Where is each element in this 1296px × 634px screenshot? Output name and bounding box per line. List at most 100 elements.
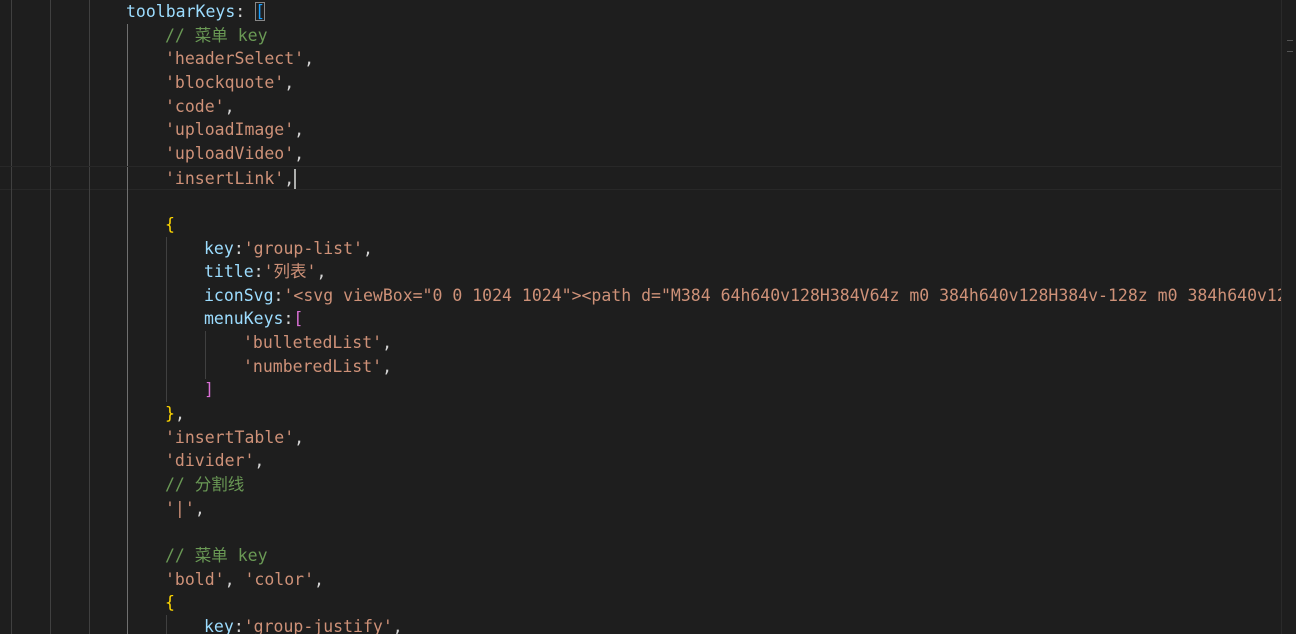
indent-guide: [50, 141, 51, 166]
code-line[interactable]: menuKeys:[: [0, 307, 1283, 332]
code-line[interactable]: title:'列表',: [0, 260, 1283, 285]
code-line[interactable]: 'bulletedList',: [0, 331, 1283, 356]
code-line[interactable]: 'headerSelect',: [0, 47, 1283, 72]
line-text: 'bulletedList',: [243, 331, 392, 355]
indent-guide: [11, 141, 12, 166]
indent-guide: [127, 212, 128, 237]
indent-guide: [50, 23, 51, 48]
code-line[interactable]: [0, 520, 1283, 545]
indent-guide: [166, 307, 167, 332]
code-line[interactable]: 'divider',: [0, 449, 1283, 474]
indent-guide: [11, 496, 12, 521]
indent-guide: [166, 331, 167, 356]
indent-guide: [89, 378, 90, 403]
indent-guide: [11, 189, 12, 214]
code-token: key: [204, 616, 234, 634]
line-text: // 菜单 key: [165, 24, 268, 48]
code-line[interactable]: 'uploadVideo',: [0, 141, 1283, 166]
code-token: // 菜单 key: [165, 25, 268, 45]
code-editor[interactable]: toolbarKeys: [// 菜单 key'headerSelect','b…: [0, 0, 1296, 634]
code-line[interactable]: 'bold', 'color',: [0, 567, 1283, 592]
code-token: [: [293, 309, 304, 329]
code-line[interactable]: 'blockquote',: [0, 70, 1283, 95]
code-line[interactable]: key:'group-list',: [0, 236, 1283, 261]
indent-guide: [50, 166, 51, 189]
indent-guide: [127, 23, 128, 48]
code-token: ,: [316, 262, 327, 282]
indent-guide: [11, 307, 12, 332]
code-token: ,: [294, 427, 305, 447]
indent-guide: [50, 283, 51, 308]
indent-guide: [11, 543, 12, 568]
code-token: // 分割线: [165, 475, 245, 494]
indent-guide: [127, 520, 128, 545]
code-token: ,: [304, 49, 315, 69]
indent-guide: [89, 425, 90, 450]
indent-guide: [50, 307, 51, 332]
code-line[interactable]: // 菜单 key: [0, 23, 1283, 48]
line-text: 'uploadVideo',: [165, 142, 304, 166]
indent-guide: [89, 47, 90, 72]
line-text: 'insertTable',: [165, 426, 304, 450]
line-text: key:'group-list',: [204, 237, 373, 261]
indent-guide: [50, 331, 51, 356]
code-line[interactable]: },: [0, 402, 1283, 427]
code-line[interactable]: {: [0, 212, 1283, 237]
line-text: '|',: [165, 497, 205, 521]
line-text: menuKeys:[: [204, 307, 303, 331]
indent-guide: [50, 591, 51, 616]
code-line[interactable]: iconSvg:'<svg viewBox="0 0 1024 1024"><p…: [0, 283, 1283, 308]
indent-guide: [89, 212, 90, 237]
indent-guide: [50, 425, 51, 450]
indent-guide: [89, 0, 90, 24]
indent-guide: [50, 614, 51, 634]
indent-guide: [11, 23, 12, 48]
indent-guide: [11, 0, 12, 24]
indent-guide: [11, 473, 12, 497]
indent-guide: [89, 473, 90, 497]
code-line[interactable]: 'code',: [0, 94, 1283, 119]
vertical-scrollbar[interactable]: [1281, 0, 1296, 634]
code-line[interactable]: 'uploadImage',: [0, 118, 1283, 143]
code-token: ,: [294, 120, 305, 140]
indent-guide: [50, 520, 51, 545]
indent-guide: [89, 283, 90, 308]
code-line[interactable]: '|',: [0, 496, 1283, 521]
code-line[interactable]: // 菜单 key: [0, 543, 1283, 568]
line-text: iconSvg:'<svg viewBox="0 0 1024 1024"><p…: [204, 284, 1283, 308]
line-text: // 分割线: [165, 473, 244, 497]
indent-guide: [11, 331, 12, 356]
indent-guide: [89, 118, 90, 143]
code-token: 'blockquote': [165, 72, 285, 92]
line-text: toolbarKeys: [: [126, 0, 266, 24]
indent-guide: [127, 543, 128, 568]
code-line[interactable]: 'numberedList',: [0, 354, 1283, 379]
line-text: 'headerSelect',: [165, 47, 314, 71]
line-text: 'blockquote',: [165, 71, 294, 95]
code-token: 'color': [244, 569, 315, 589]
indent-guide: [11, 166, 12, 189]
code-line[interactable]: {: [0, 591, 1283, 616]
code-line[interactable]: toolbarKeys: [: [0, 0, 1283, 24]
code-token: ,: [392, 616, 403, 634]
indent-guide: [11, 567, 12, 592]
code-token: menuKeys: [204, 309, 284, 329]
indent-guide: [127, 402, 128, 427]
code-line[interactable]: [0, 189, 1283, 214]
indent-guide: [11, 354, 12, 379]
indent-guide: [89, 543, 90, 568]
code-line[interactable]: ]: [0, 378, 1283, 403]
code-token: 'group-list': [243, 238, 363, 258]
code-line[interactable]: 'insertTable',: [0, 425, 1283, 450]
indent-guide: [50, 543, 51, 568]
indent-guide: [50, 496, 51, 521]
code-line[interactable]: // 分割线: [0, 473, 1283, 497]
code-line[interactable]: key:'group-justify',: [0, 614, 1283, 634]
indent-guide: [127, 260, 128, 285]
code-token: '列表': [263, 262, 317, 282]
indent-guide: [127, 449, 128, 474]
code-token: ,: [314, 569, 324, 589]
indent-guide: [127, 331, 128, 356]
code-token: 'uploadVideo': [165, 143, 295, 163]
code-line[interactable]: 'insertLink',: [0, 165, 1283, 190]
